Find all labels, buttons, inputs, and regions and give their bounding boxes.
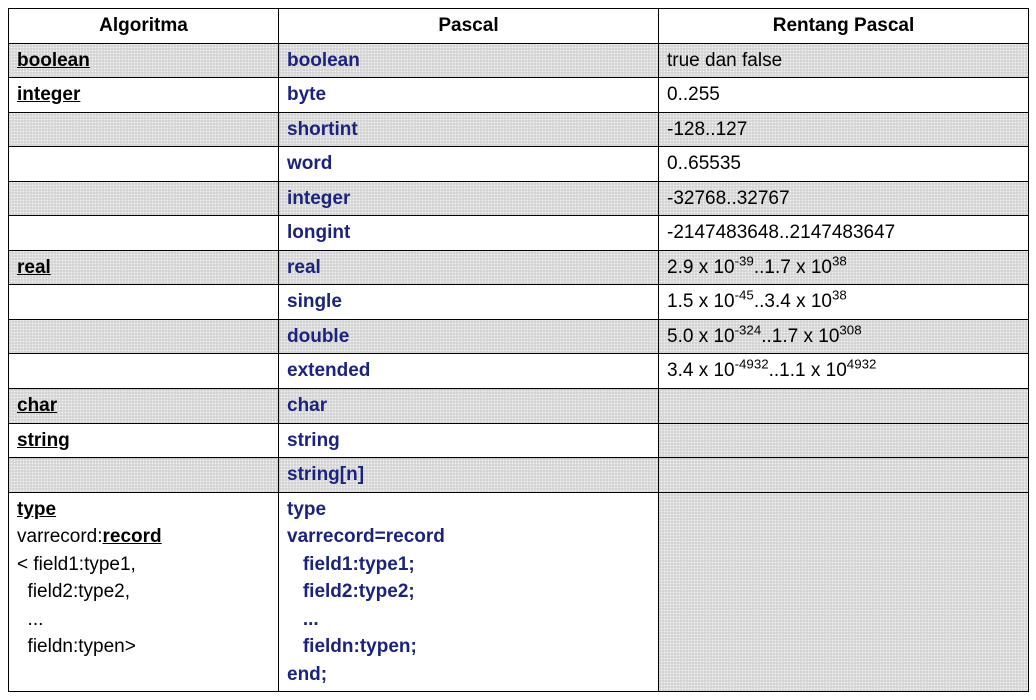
cell-algoritma xyxy=(9,147,279,182)
cell-algoritma xyxy=(9,216,279,251)
cell-pascal: byte xyxy=(279,78,659,113)
pascal-label: word xyxy=(287,153,332,174)
cell-rentang: 3.4 x 10-4932..1.1 x 104932 xyxy=(659,354,1029,389)
cell-rentang: 2.9 x 10-39..1.7 x 1038 xyxy=(659,250,1029,285)
pascal-label: single xyxy=(287,291,342,312)
cell-pascal: single xyxy=(279,285,659,320)
cell-pascal: typevarrecord=record field1:type1; field… xyxy=(279,492,659,692)
cell-rentang xyxy=(659,492,1029,692)
pascal-label: byte xyxy=(287,84,326,105)
pascal-label: integer xyxy=(287,188,350,209)
cell-algoritma: real xyxy=(9,250,279,285)
table-row: boolean boolean true dan false xyxy=(9,43,1029,78)
cell-pascal: double xyxy=(279,319,659,354)
cell-pascal: real xyxy=(279,250,659,285)
cell-rentang: -32768..32767 xyxy=(659,181,1029,216)
cell-pascal: shortint xyxy=(279,112,659,147)
pascal-label: real xyxy=(287,257,321,278)
pascal-label: shortint xyxy=(287,119,358,140)
cell-algoritma xyxy=(9,112,279,147)
table-row: word 0..65535 xyxy=(9,147,1029,182)
cell-rentang xyxy=(659,423,1029,458)
table-row: shortint -128..127 xyxy=(9,112,1029,147)
table-row: longint -2147483648..2147483647 xyxy=(9,216,1029,251)
table-row: char char xyxy=(9,389,1029,424)
table-row: single 1.5 x 10-45..3.4 x 1038 xyxy=(9,285,1029,320)
cell-pascal: char xyxy=(279,389,659,424)
cell-algoritma: string xyxy=(9,423,279,458)
header-rentang: Rentang Pascal xyxy=(659,9,1029,44)
table-row: extended 3.4 x 10-4932..1.1 x 104932 xyxy=(9,354,1029,389)
cell-pascal: boolean xyxy=(279,43,659,78)
cell-rentang: 0..255 xyxy=(659,78,1029,113)
pascal-label: string[n] xyxy=(287,464,364,485)
cell-algoritma xyxy=(9,319,279,354)
header-row: Algoritma Pascal Rentang Pascal xyxy=(9,9,1029,44)
cell-pascal: longint xyxy=(279,216,659,251)
cell-pascal: word xyxy=(279,147,659,182)
algoritma-label: integer xyxy=(17,84,80,105)
header-pascal: Pascal xyxy=(279,9,659,44)
cell-rentang: 0..65535 xyxy=(659,147,1029,182)
cell-algoritma: char xyxy=(9,389,279,424)
pascal-label: string xyxy=(287,430,340,451)
header-algoritma: Algoritma xyxy=(9,9,279,44)
pascal-label: char xyxy=(287,395,327,416)
table-row: real real 2.9 x 10-39..1.7 x 1038 xyxy=(9,250,1029,285)
cell-pascal: integer xyxy=(279,181,659,216)
table-row: string[n] xyxy=(9,458,1029,493)
cell-rentang: true dan false xyxy=(659,43,1029,78)
cell-rentang xyxy=(659,458,1029,493)
cell-algoritma: integer xyxy=(9,78,279,113)
table-row: integer byte 0..255 xyxy=(9,78,1029,113)
cell-rentang: -128..127 xyxy=(659,112,1029,147)
algoritma-label: string xyxy=(17,430,70,451)
cell-algoritma: boolean xyxy=(9,43,279,78)
cell-rentang: 1.5 x 10-45..3.4 x 1038 xyxy=(659,285,1029,320)
table-row: integer -32768..32767 xyxy=(9,181,1029,216)
pascal-label: boolean xyxy=(287,50,360,71)
cell-pascal: extended xyxy=(279,354,659,389)
type-table: Algoritma Pascal Rentang Pascal booleanb… xyxy=(8,8,1029,692)
cell-rentang: 5.0 x 10-324..1.7 x 10308 xyxy=(659,319,1029,354)
cell-algoritma xyxy=(9,354,279,389)
cell-pascal: string[n] xyxy=(279,458,659,493)
cell-pascal: string xyxy=(279,423,659,458)
table-row: string string xyxy=(9,423,1029,458)
cell-algoritma xyxy=(9,285,279,320)
pascal-label: extended xyxy=(287,360,370,381)
table-row: typevarrecord:record< field1:type1, fiel… xyxy=(9,492,1029,692)
table-row: double 5.0 x 10-324..1.7 x 10308 xyxy=(9,319,1029,354)
cell-algoritma xyxy=(9,181,279,216)
algoritma-label: boolean xyxy=(17,50,90,71)
cell-rentang xyxy=(659,389,1029,424)
pascal-label: longint xyxy=(287,222,350,243)
algoritma-label: real xyxy=(17,257,51,278)
cell-algoritma xyxy=(9,458,279,493)
algoritma-label: char xyxy=(17,395,57,416)
cell-rentang: -2147483648..2147483647 xyxy=(659,216,1029,251)
cell-algoritma: typevarrecord:record< field1:type1, fiel… xyxy=(9,492,279,692)
pascal-label: double xyxy=(287,326,349,347)
